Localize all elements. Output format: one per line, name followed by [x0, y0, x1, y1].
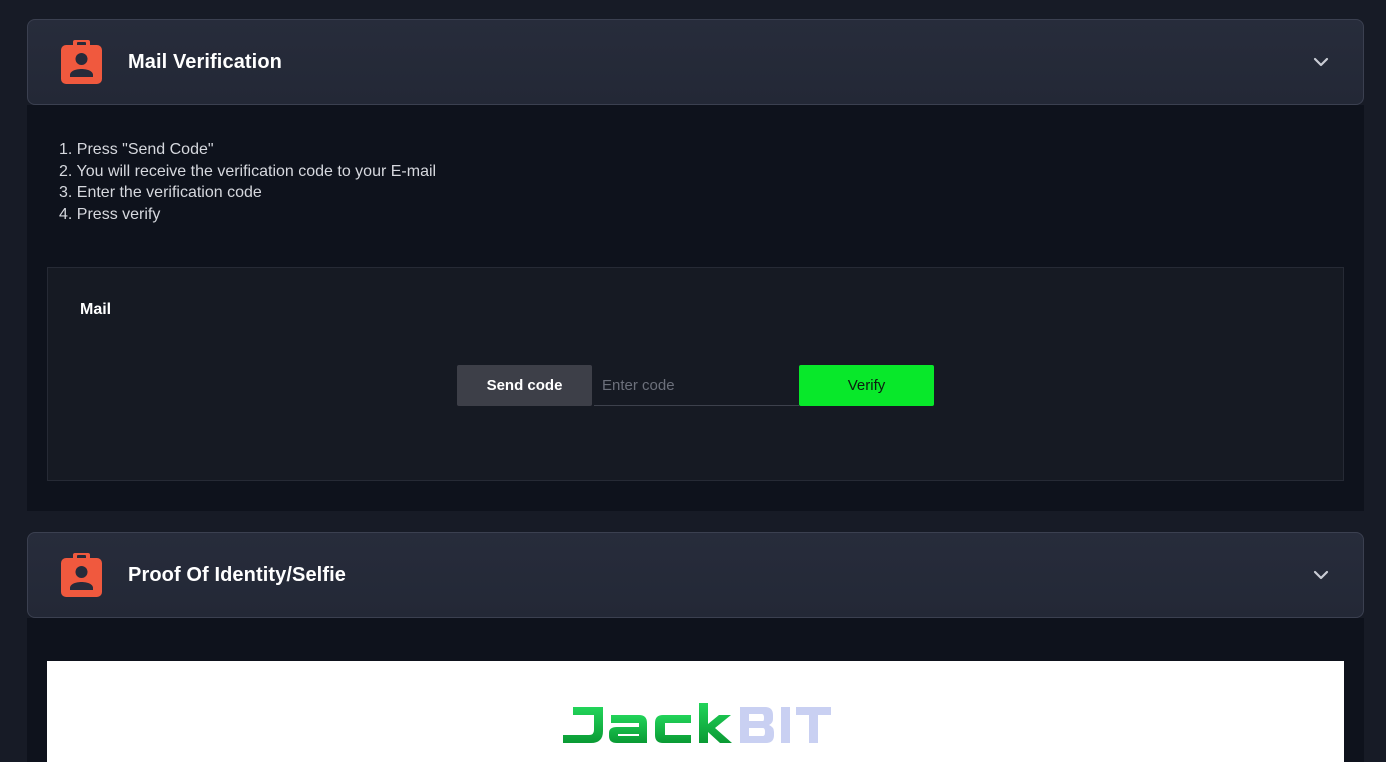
jackbit-logo	[563, 703, 831, 743]
code-input[interactable]	[594, 365, 799, 406]
step-3: 3. Enter the verification code	[59, 184, 262, 202]
mail-verification-body: 1. Press "Send Code" 2. You will receive…	[27, 105, 1364, 511]
id-badge-icon	[61, 40, 102, 84]
send-code-button[interactable]: Send code	[457, 365, 592, 406]
identity-body	[27, 618, 1364, 762]
mail-card: Mail Send code Verify	[47, 267, 1344, 481]
id-badge-icon	[61, 553, 102, 597]
identity-title: Proof Of Identity/Selfie	[128, 563, 346, 586]
step-2: 2. You will receive the verification cod…	[59, 162, 437, 180]
mail-verification-header[interactable]: Mail Verification	[27, 19, 1364, 105]
chevron-down-icon[interactable]	[1312, 566, 1330, 584]
step-4: 4. Press verify	[59, 206, 161, 224]
instruction-steps: 1. Press "Send Code" 2. You will receive…	[59, 139, 436, 226]
mail-label: Mail	[80, 301, 112, 318]
step-1: 1. Press "Send Code"	[59, 141, 214, 158]
mail-verification-title: Mail Verification	[128, 50, 282, 73]
verify-button[interactable]: Verify	[799, 365, 934, 406]
identity-header[interactable]: Proof Of Identity/Selfie	[27, 532, 1364, 618]
verification-page: Mail Verification 1. Press "Send Code" 2…	[0, 0, 1386, 762]
chevron-down-icon[interactable]	[1312, 53, 1330, 71]
identity-upload-panel	[47, 661, 1344, 762]
